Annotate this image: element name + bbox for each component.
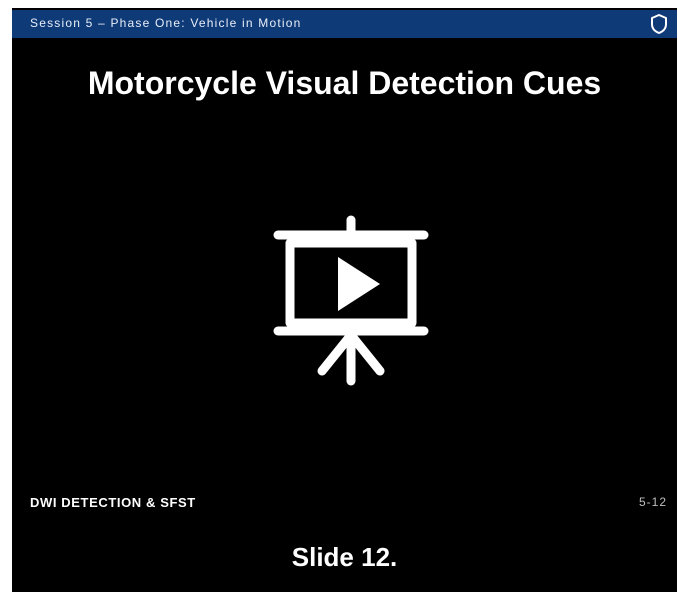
session-header-title: Session 5 – Phase One: Vehicle in Motion	[30, 16, 302, 30]
slide-frame: Session 5 – Phase One: Vehicle in Motion…	[12, 8, 677, 592]
footer-page-number: 5-12	[638, 495, 667, 509]
footer-course-name: DWI DETECTION & SFST	[30, 495, 196, 510]
video-presentation-icon[interactable]	[270, 213, 432, 388]
session-header-bar: Session 5 – Phase One: Vehicle in Motion	[12, 10, 677, 38]
shield-icon	[649, 13, 669, 35]
slide-title: Motorcycle Visual Detection Cues	[87, 65, 602, 101]
slide-caption: Slide 12.	[291, 542, 398, 572]
